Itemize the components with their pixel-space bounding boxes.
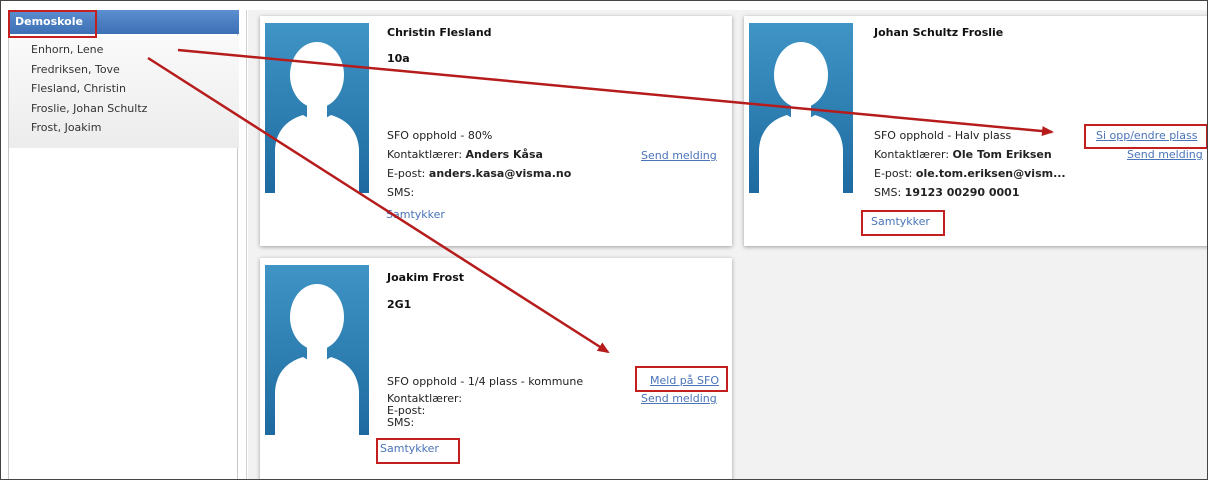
sms-row: SMS: xyxy=(387,416,414,429)
teacher-label: Kontaktlærer: xyxy=(387,148,463,161)
sms-value: 19123 00290 0001 xyxy=(904,186,1020,199)
teacher-name: Ole Tom Eriksen xyxy=(952,148,1052,161)
student-list-item[interactable]: Enhorn, Lene xyxy=(9,40,239,60)
email-row: E-post: anders.kasa@visma.no xyxy=(387,167,571,180)
send-message-link[interactable]: Send melding xyxy=(1127,148,1203,161)
email-value: anders.kasa@visma.no xyxy=(428,167,572,180)
content-area: Christin Flesland 10a SFO opphold - 80% … xyxy=(248,10,1208,480)
student-list-item[interactable]: Frost, Joakim xyxy=(9,118,239,138)
person-silhouette-icon xyxy=(275,284,359,435)
sidebar: Demoskole Enhorn, Lene Fredriksen, Tove … xyxy=(8,10,239,480)
sms-row: SMS: xyxy=(387,186,414,199)
student-name: Christin Flesland xyxy=(387,26,492,39)
window-frame-left xyxy=(0,0,1,480)
teacher-label: Kontaktlærer: xyxy=(874,148,950,161)
school-header-highlight xyxy=(8,10,97,38)
person-silhouette-icon xyxy=(275,42,359,193)
student-list: Enhorn, Lene Fredriksen, Tove Flesland, … xyxy=(9,36,239,148)
student-name: Joakim Frost xyxy=(387,271,465,284)
annotation-box-si-opp xyxy=(1084,124,1208,149)
annotation-box-meld-sfo xyxy=(635,366,728,392)
sfo-status: SFO opphold - 1/4 plass - kommune xyxy=(387,375,584,388)
student-list-item[interactable]: Fredriksen, Tove xyxy=(9,60,239,80)
email-row: E-post: ole.tom.eriksen@vism... xyxy=(874,167,1066,180)
student-list-item[interactable]: Froslie, Johan Schultz xyxy=(9,99,239,119)
annotation-box-samtykker-3 xyxy=(376,438,460,464)
consent-link[interactable]: Samtykker xyxy=(386,208,445,221)
sms-label: SMS: xyxy=(387,416,415,429)
email-label: E-post: xyxy=(874,167,913,180)
sms-row: SMS: 19123 00290 0001 xyxy=(874,186,1019,199)
annotation-box-samtykker-2 xyxy=(861,210,945,236)
email-label: E-post: xyxy=(387,167,426,180)
student-name: Johan Schultz Froslie xyxy=(874,26,1004,39)
send-message-link[interactable]: Send melding xyxy=(641,149,717,162)
send-message-link[interactable]: Send melding xyxy=(641,392,717,405)
sms-label: SMS: xyxy=(387,186,415,199)
person-silhouette-icon xyxy=(759,42,843,193)
student-class: 2G1 xyxy=(387,298,412,311)
teacher-row: Kontaktlærer: Anders Kåsa xyxy=(387,148,543,161)
avatar xyxy=(265,265,369,435)
window-frame-top xyxy=(0,0,1208,1)
avatar xyxy=(265,23,369,193)
sms-label: SMS: xyxy=(874,186,902,199)
sfo-status: SFO opphold - 80% xyxy=(387,129,493,142)
teacher-row: Kontaktlærer: Ole Tom Eriksen xyxy=(874,148,1052,161)
email-value: ole.tom.eriksen@vism... xyxy=(915,167,1066,180)
student-card: Christin Flesland 10a SFO opphold - 80% … xyxy=(260,16,732,246)
teacher-name: Anders Kåsa xyxy=(465,148,543,161)
sidebar-divider xyxy=(246,10,247,480)
sfo-status: SFO opphold - Halv plass xyxy=(874,129,1012,142)
student-list-item[interactable]: Flesland, Christin xyxy=(9,79,239,99)
student-class: 10a xyxy=(387,52,410,65)
avatar xyxy=(749,23,853,193)
